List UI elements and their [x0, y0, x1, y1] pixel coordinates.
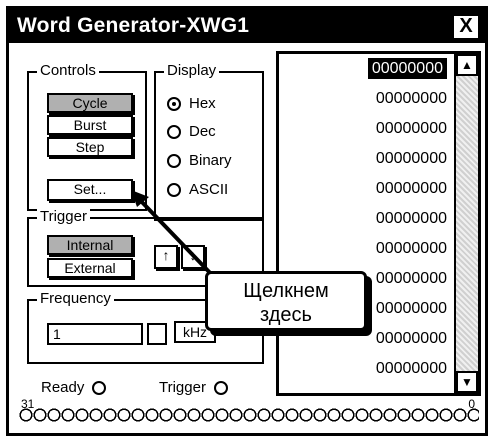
callout-line1: Щелкнем: [243, 280, 329, 302]
callout-box: Щелкнем здесь: [205, 271, 367, 331]
callout-line2: здесь: [260, 304, 312, 326]
callout-arrow-icon: [131, 190, 216, 279]
word-generator-window: Word Generator-XWG1 X Controls Cycle Bur…: [6, 6, 488, 436]
